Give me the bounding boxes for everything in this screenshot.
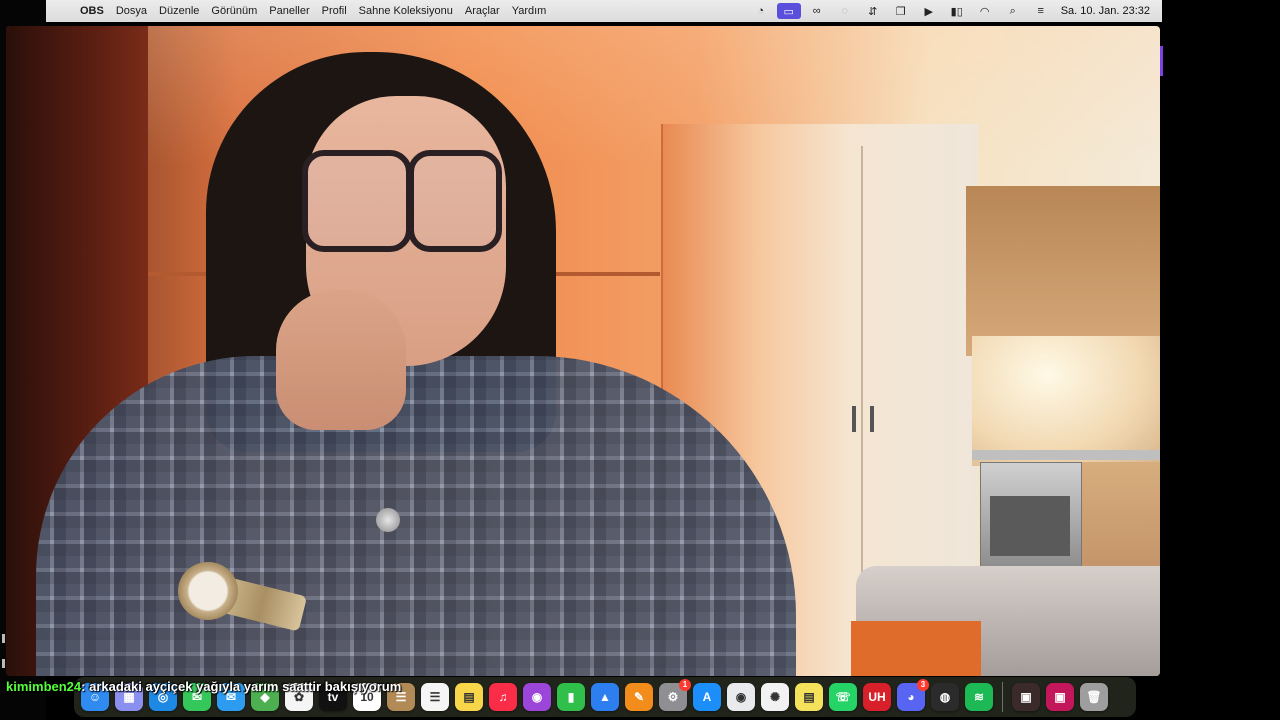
chrome-icon[interactable]: ◉ bbox=[727, 683, 755, 711]
window-icon[interactable]: ❐ bbox=[887, 0, 915, 22]
menu-gorunum[interactable]: Görünüm bbox=[211, 5, 257, 17]
recent-window-2-icon[interactable]: ▣ bbox=[1046, 683, 1074, 711]
kitchen-cabinet bbox=[966, 186, 1160, 356]
reminders-icon[interactable]: ☰ bbox=[421, 683, 449, 711]
person-hand bbox=[276, 290, 406, 430]
whatsapp-icon[interactable]: ☏ bbox=[829, 683, 857, 711]
notes-glyph: ▤ bbox=[463, 690, 475, 704]
keynote-icon[interactable]: ▲ bbox=[591, 683, 619, 711]
oven-window bbox=[990, 496, 1070, 556]
discord-glyph: ◕ bbox=[907, 690, 915, 704]
screen: OBS Dosya Düzenle Görünüm Paneller Profi… bbox=[0, 0, 1280, 720]
podcasts-glyph: ◉ bbox=[531, 690, 543, 704]
menu-sahne-koleksiyonu[interactable]: Sahne Koleksiyonu bbox=[359, 5, 453, 17]
stickies-glyph: ▤ bbox=[803, 690, 815, 704]
chrome-glyph: ◉ bbox=[735, 690, 747, 704]
system-settings-glyph: ⚙ bbox=[667, 690, 679, 704]
airplay-icon[interactable]: ⇵ bbox=[859, 0, 887, 22]
wall bbox=[6, 26, 1160, 166]
kitchen-backsplash bbox=[972, 336, 1160, 466]
trash-icon[interactable]: 🗑 bbox=[1080, 683, 1108, 711]
menu-araclar[interactable]: Araçlar bbox=[465, 5, 500, 17]
left-edge-marks bbox=[2, 634, 5, 668]
screen-record-icon[interactable]: ▭ bbox=[776, 3, 801, 19]
kitchen-counter bbox=[972, 450, 1160, 460]
pages-glyph: ✎ bbox=[633, 690, 645, 704]
person-shirt bbox=[36, 356, 796, 676]
system-settings-icon[interactable]: ⚙ 1 bbox=[659, 679, 691, 711]
chat-text: : arkadaki ayçiçek yağıyla yarım saattir… bbox=[81, 679, 402, 694]
recent-window-1-glyph: ▣ bbox=[1020, 690, 1032, 704]
podcasts-icon[interactable]: ◉ bbox=[523, 683, 551, 711]
spotify-icon[interactable]: ≋ bbox=[965, 683, 993, 711]
search-icon[interactable]: ⌕ bbox=[999, 0, 1027, 22]
chatgpt-icon[interactable]: ✺ bbox=[761, 683, 789, 711]
webcam-feed bbox=[6, 26, 1160, 676]
necklace-pendant bbox=[376, 508, 400, 532]
glasses-lens bbox=[408, 150, 502, 252]
status-area: ◔ ▭ ∞ ◌ ⇵ ❐ ▶ ▮▯ ◠ ⌕ ≡ Sa. 10. Jan. 23:3… bbox=[747, 0, 1162, 22]
notes-icon[interactable]: ▤ bbox=[455, 683, 483, 711]
spotify-glyph: ≋ bbox=[973, 690, 985, 704]
uhu-icon[interactable]: UH bbox=[863, 683, 891, 711]
numbers-glyph: ▮ bbox=[567, 690, 575, 704]
reminders-glyph: ☰ bbox=[429, 690, 441, 704]
kitchen-drawer bbox=[1082, 462, 1160, 567]
glasses bbox=[302, 150, 512, 252]
music-glyph: ♫ bbox=[498, 690, 508, 704]
chat-message: kimimben24: arkadaki ayçiçek yağıyla yar… bbox=[6, 679, 401, 694]
wardrobe-handle bbox=[870, 406, 874, 432]
menu-duzenle[interactable]: Düzenle bbox=[159, 5, 199, 17]
menu-clock[interactable]: Sa. 10. Jan. 23:32 bbox=[1061, 5, 1150, 17]
obs-icon[interactable]: ◍ bbox=[931, 683, 959, 711]
stickies-icon[interactable]: ▤ bbox=[795, 683, 823, 711]
menu-bar: OBS Dosya Düzenle Görünüm Paneller Profi… bbox=[46, 0, 1162, 22]
uhu-glyph: UH bbox=[868, 690, 886, 704]
wristwatch bbox=[178, 562, 238, 620]
control-center-icon[interactable]: ≡ bbox=[1027, 0, 1055, 22]
discord-icon[interactable]: ◕ 3 bbox=[897, 679, 929, 711]
trash-glyph: 🗑 bbox=[1086, 690, 1102, 704]
obs-glyph: ◍ bbox=[939, 690, 951, 704]
menu-profil[interactable]: Profil bbox=[322, 5, 347, 17]
obs-status-icon[interactable]: ◔ bbox=[747, 0, 775, 22]
numbers-icon[interactable]: ▮ bbox=[557, 683, 585, 711]
play-icon[interactable]: ▶ bbox=[915, 0, 943, 22]
battery-icon[interactable]: ▮▯ bbox=[943, 0, 971, 22]
bed-frame bbox=[851, 621, 981, 676]
keynote-glyph: ▲ bbox=[599, 690, 611, 704]
wardrobe-handle bbox=[852, 406, 856, 432]
chat-username: kimimben24 bbox=[6, 679, 82, 694]
chatgpt-glyph: ✺ bbox=[769, 690, 781, 704]
dock-separator bbox=[1002, 682, 1003, 712]
glasses-lens bbox=[302, 150, 412, 252]
app-store-icon[interactable]: A bbox=[693, 683, 721, 711]
system-settings-badge: 1 bbox=[679, 679, 691, 691]
app-menu[interactable]: OBS bbox=[80, 5, 104, 17]
discord-badge: 3 bbox=[917, 679, 929, 691]
creative-cloud-icon[interactable]: ∞ bbox=[803, 0, 831, 22]
circle-icon[interactable]: ◌ bbox=[831, 0, 859, 22]
pages-icon[interactable]: ✎ bbox=[625, 683, 653, 711]
app-store-glyph: A bbox=[702, 690, 712, 704]
wifi-icon[interactable]: ◠ bbox=[971, 0, 999, 22]
menu-dosya[interactable]: Dosya bbox=[116, 5, 147, 17]
music-icon[interactable]: ♫ bbox=[489, 683, 517, 711]
menu-paneller[interactable]: Paneller bbox=[269, 5, 309, 17]
recent-window-2-glyph: ▣ bbox=[1054, 690, 1066, 704]
right-margin bbox=[1162, 0, 1280, 720]
menu-yardim[interactable]: Yardım bbox=[512, 5, 547, 17]
recent-window-1-icon[interactable]: ▣ bbox=[1012, 683, 1040, 711]
whatsapp-glyph: ☏ bbox=[835, 690, 851, 704]
